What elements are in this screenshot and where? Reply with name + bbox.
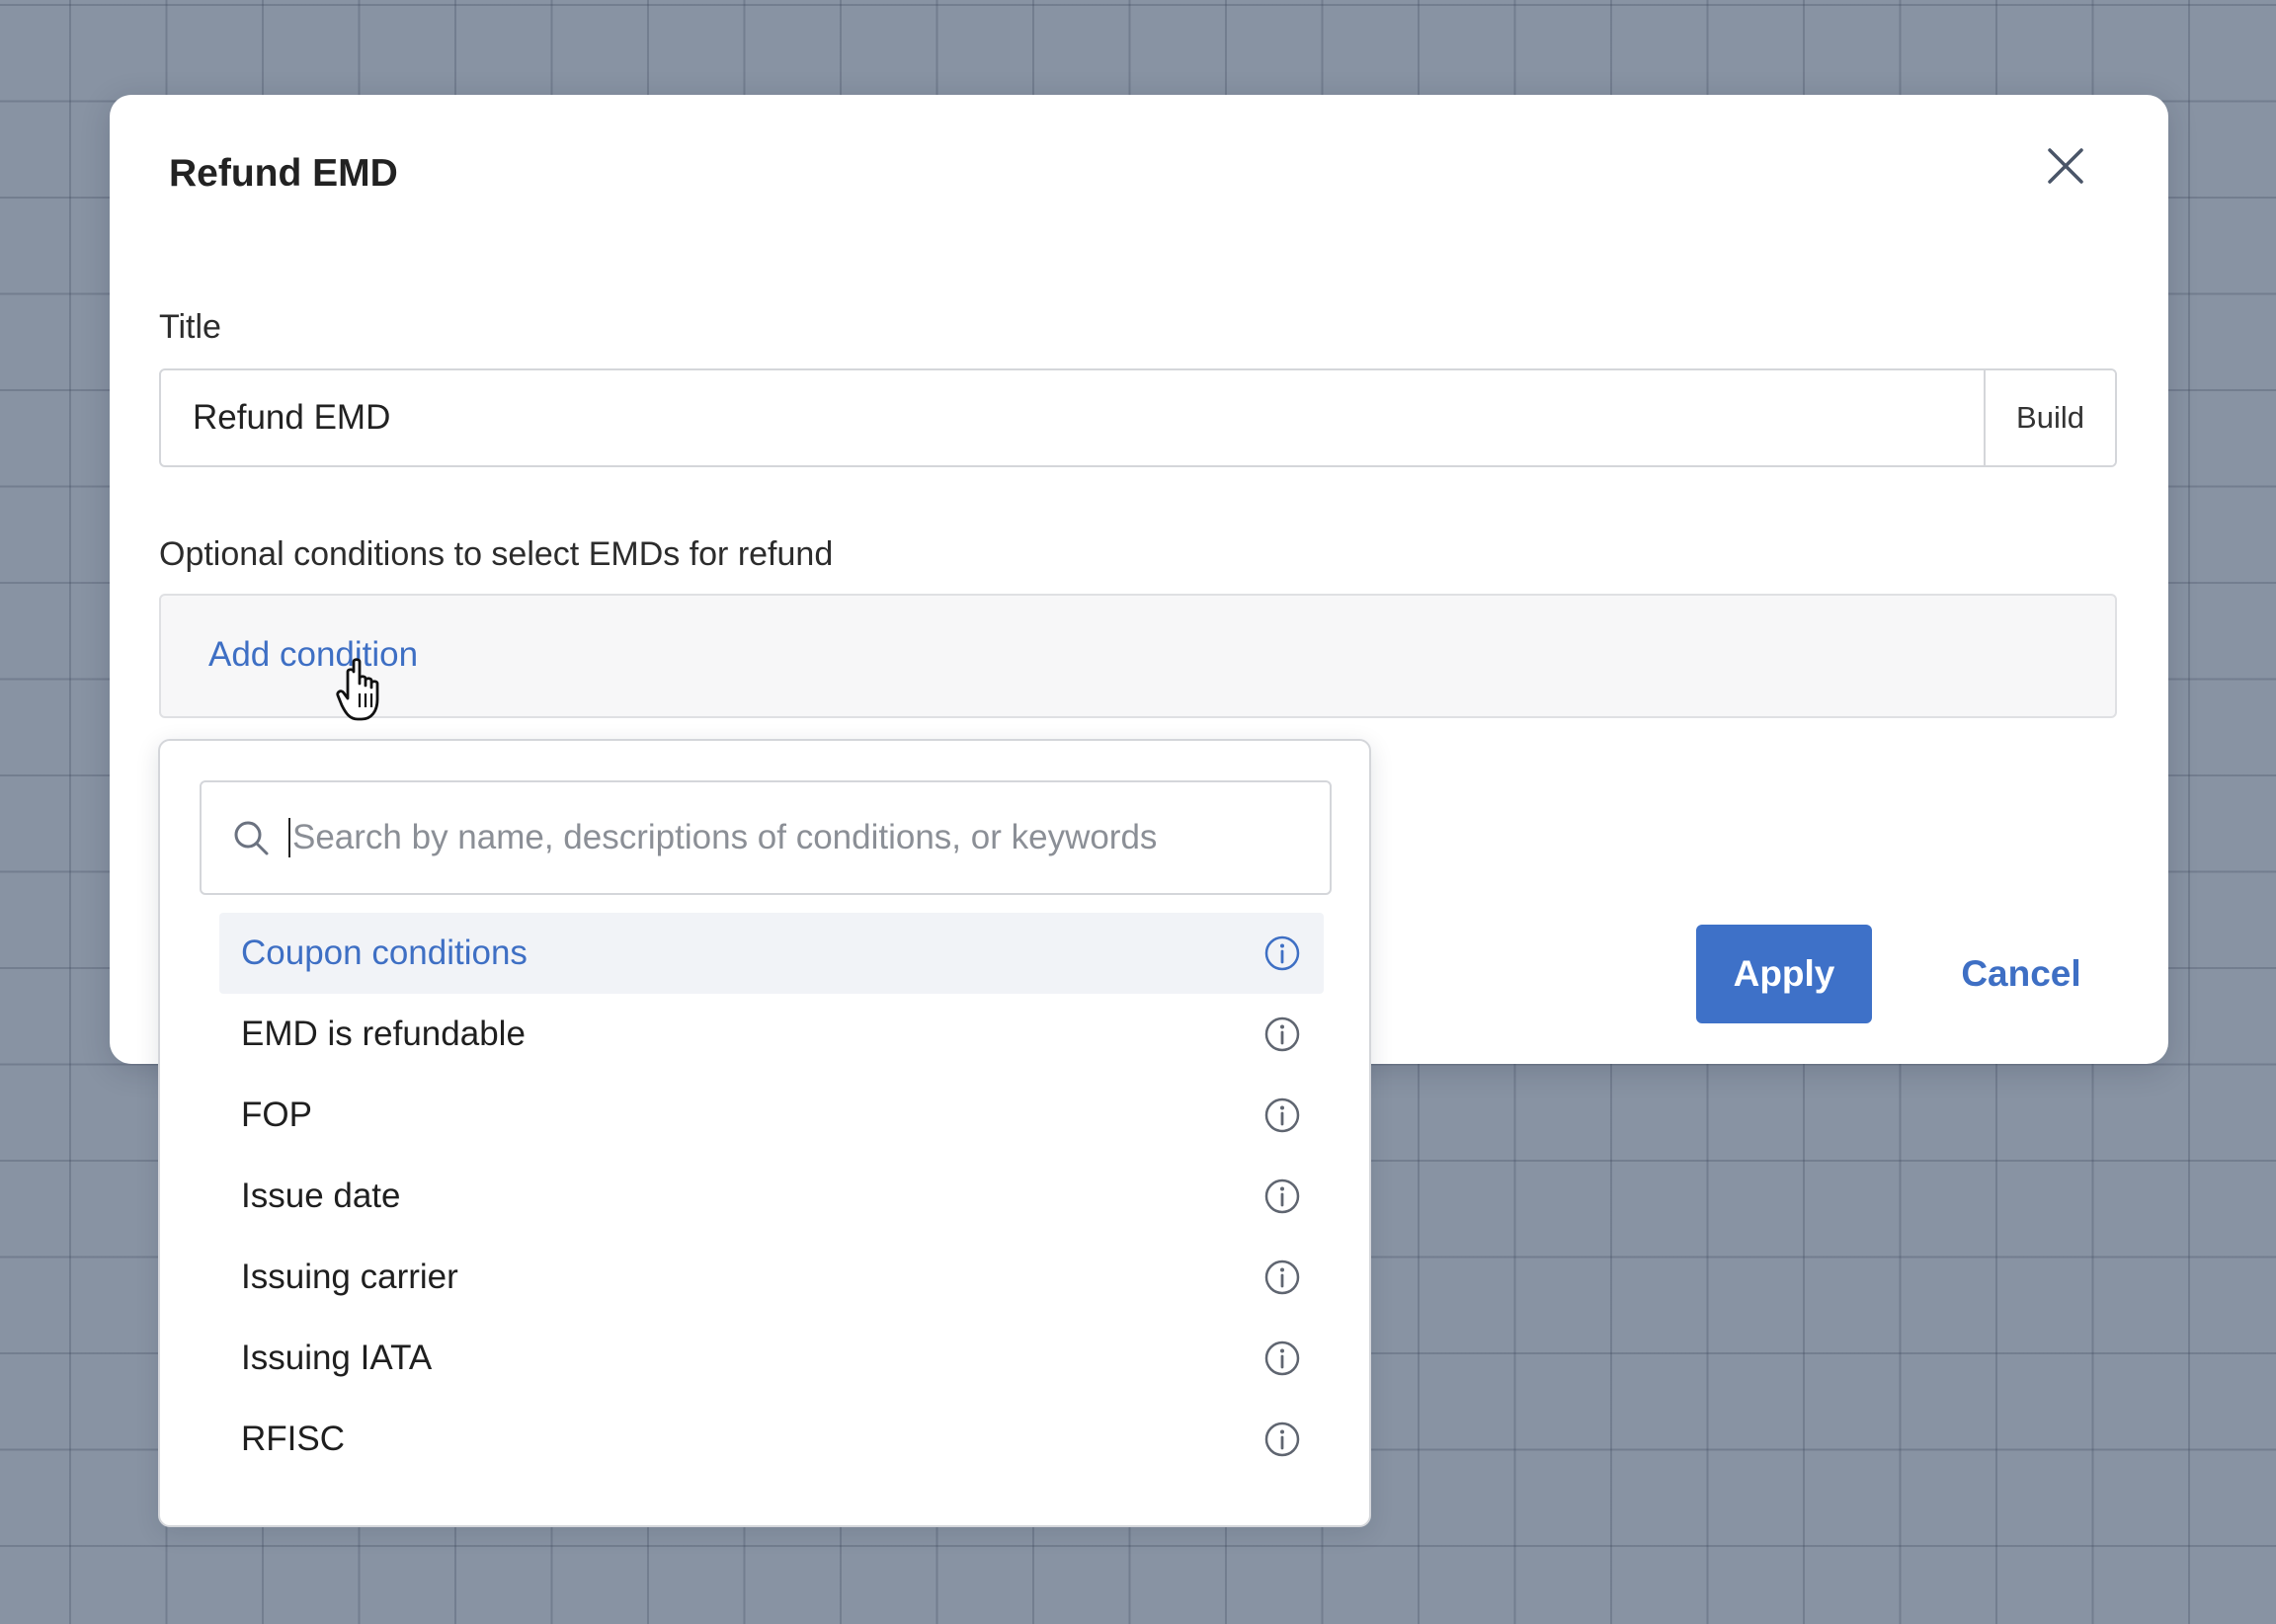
option-issue-date[interactable]: Issue date [219,1156,1324,1237]
option-coupon-conditions[interactable]: Coupon conditions [219,913,1324,994]
info-icon[interactable] [1262,1339,1302,1378]
build-button[interactable]: Build [1984,370,2115,465]
info-icon[interactable] [1262,1096,1302,1135]
condition-search-box[interactable] [200,780,1332,895]
add-condition-link[interactable]: Add condition [208,635,418,675]
conditions-label: Optional conditions to select EMDs for r… [159,535,834,573]
apply-button[interactable]: Apply [1696,925,1872,1023]
info-icon[interactable] [1262,1258,1302,1297]
option-label: Issue date [241,1177,401,1215]
title-field-label: Title [159,308,221,346]
option-issuing-iata[interactable]: Issuing IATA [219,1318,1324,1399]
info-icon[interactable] [1262,934,1302,973]
condition-search-input[interactable] [292,818,1330,857]
title-input[interactable] [161,370,1984,465]
info-icon[interactable] [1262,1177,1302,1216]
option-label: Issuing IATA [241,1339,433,1377]
condition-dropdown: Coupon conditions EMD is refundable FOP … [158,739,1371,1527]
option-label: RFISC [241,1420,345,1458]
condition-options-list: Coupon conditions EMD is refundable FOP … [219,913,1324,1480]
search-icon [234,821,269,855]
close-icon [2048,148,2083,184]
title-field-group: Build [159,368,2117,467]
option-label: Coupon conditions [241,934,528,972]
text-caret [288,818,290,857]
conditions-box: Add condition [159,594,2117,718]
info-icon[interactable] [1262,1015,1302,1054]
option-rfisc[interactable]: RFISC [219,1399,1324,1480]
info-icon[interactable] [1262,1420,1302,1459]
dialog-title: Refund EMD [169,152,398,195]
cancel-button[interactable]: Cancel [1947,925,2095,1023]
option-fop[interactable]: FOP [219,1075,1324,1156]
option-label: FOP [241,1096,312,1134]
option-issuing-carrier[interactable]: Issuing carrier [219,1237,1324,1318]
option-label: Issuing carrier [241,1258,458,1296]
close-button[interactable] [2040,140,2091,192]
option-label: EMD is refundable [241,1015,526,1053]
option-emd-is-refundable[interactable]: EMD is refundable [219,994,1324,1075]
